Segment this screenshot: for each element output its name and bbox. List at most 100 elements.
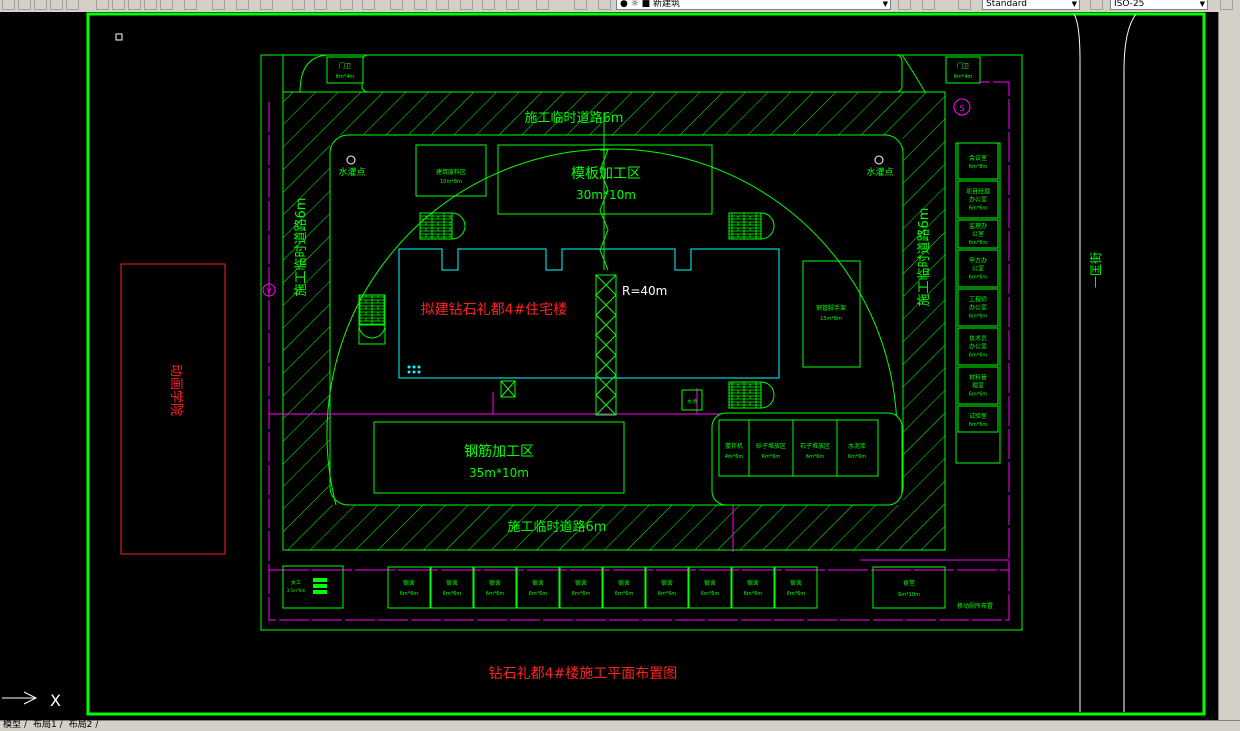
dorm-box [602, 566, 646, 609]
zoom-realtime-icon[interactable] [314, 0, 327, 10]
properties-icon[interactable] [390, 0, 403, 10]
dorm-label: 宿舍 [661, 579, 673, 587]
mobile-toilet-label: 移动厕所布置 [957, 602, 993, 610]
dorm-box [559, 566, 603, 609]
markup-icon[interactable] [482, 0, 495, 10]
zoom-previous-icon[interactable] [340, 0, 353, 10]
layer-name: 新建筑 [653, 0, 681, 9]
text-style-value: Standard [986, 0, 1027, 9]
dorm-label: 宿舍 [489, 579, 501, 587]
text-style-select[interactable]: Standard ▼ [982, 0, 1080, 10]
dorm-label: 宿舍 [704, 579, 716, 587]
calculator-icon[interactable] [506, 0, 519, 10]
zoom-window-icon[interactable] [292, 0, 305, 10]
dorm-size: 6m*6m [787, 591, 806, 597]
dorm-box [387, 566, 431, 609]
dorm-label: 宿舍 [446, 579, 458, 587]
make-current-icon[interactable] [898, 0, 911, 10]
snap-marker [115, 33, 123, 41]
rebar-zone-size: 35m*10m [469, 466, 529, 480]
ucs-x-label: X [50, 691, 61, 710]
mixer-label: 搅拌机 [725, 442, 743, 450]
help-icon[interactable] [536, 0, 549, 10]
site-plan-drawing: 一匡街 动画学院 门卫 6m*4m 门卫 6m*4m 施工临时道路6m 施工临时… [2, 12, 1206, 716]
gate-right-size: 6m*4m [954, 74, 973, 80]
sand-label: 砂子堆放区 [756, 442, 786, 450]
layer-manager-icon[interactable] [574, 0, 587, 10]
design-center-icon[interactable] [414, 0, 427, 10]
steel-stock-size: 15m*8m [820, 316, 842, 322]
paste-icon[interactable] [128, 0, 141, 10]
toilet-label: 女工 [291, 579, 301, 586]
tab-model[interactable]: 模型 [3, 720, 21, 730]
dim-style-select[interactable]: ISO-25 ▼ [1110, 0, 1208, 10]
office-size: 6m*6m [969, 392, 988, 398]
crane-radius-label: R=40m [622, 284, 667, 298]
chevron-down-icon: ▼ [1199, 0, 1205, 8]
dorm-box [645, 566, 689, 609]
office-size: 6m*6m [969, 206, 988, 212]
dorm-size: 6m*6m [400, 591, 419, 597]
drawing-canvas[interactable]: 一匡街 动画学院 门卫 6m*4m 门卫 6m*4m 施工临时道路6m 施工临时… [0, 12, 1218, 720]
new-icon[interactable] [2, 0, 15, 10]
dorm-label: 宿舍 [618, 579, 630, 587]
tab-layout2[interactable]: 布局2 [69, 720, 93, 730]
gate-left-size: 6m*4m [336, 74, 355, 80]
office-label: 办公室 [969, 304, 987, 312]
zoom-extents-icon[interactable] [362, 0, 375, 10]
undo-icon[interactable] [184, 0, 197, 10]
dim-style-icon[interactable] [1090, 0, 1103, 10]
layer-state-icons: ● ☼ ■ [620, 0, 654, 9]
preview-icon[interactable] [66, 0, 79, 10]
dorm-size: 6m*6m [744, 591, 763, 597]
office-label: 监理办 [969, 222, 987, 230]
office-label: 工程师 [969, 296, 987, 304]
dorm-size: 6m*6m [615, 591, 634, 597]
brush-icon[interactable] [160, 0, 173, 10]
mixer-size: 4m*6m [725, 454, 744, 460]
sheet-set-icon[interactable] [460, 0, 473, 10]
layer-state-icon[interactable] [598, 0, 611, 10]
match-prop-icon[interactable] [144, 0, 157, 10]
layer-previous-icon[interactable] [922, 0, 935, 10]
print-icon[interactable] [50, 0, 63, 10]
canteen-box [872, 566, 946, 609]
planned-building-label: 拟建钻石礼都4#住宅楼 [421, 302, 568, 318]
waste-zone-label: 建筑废料区 [436, 168, 466, 176]
sand-size: 6m*6m [762, 454, 781, 460]
dorm-size: 6m*6m [701, 591, 720, 597]
office-label: 项目经理 [966, 188, 990, 196]
road-top-label: 施工临时道路6m [525, 110, 624, 126]
cut-icon[interactable] [96, 0, 109, 10]
hydrant-left-label: 水灌点 [338, 166, 365, 178]
office-label: 办公室 [969, 196, 987, 204]
road-right-label: 施工临时道路6m [916, 208, 932, 307]
redo-icon[interactable] [212, 0, 225, 10]
office-size: 6m*6m [969, 314, 988, 320]
layer-select[interactable]: ● ☼ ■ 新建筑 ▼ [616, 0, 891, 10]
chevron-down-icon: ▼ [1071, 0, 1077, 8]
open-icon[interactable] [18, 0, 31, 10]
gate-right-label: 门卫 [957, 62, 969, 70]
tab-layout1[interactable]: 布局1 [33, 720, 57, 730]
zoom-icon[interactable] [260, 0, 273, 10]
office-size: 6m*8m [969, 164, 988, 170]
dorm-size: 6m*6m [572, 591, 591, 597]
text-style-icon[interactable] [958, 0, 971, 10]
road-bottom-label: 施工临时道路6m [508, 519, 607, 535]
dorm-label: 宿舍 [575, 579, 587, 587]
office-label: 公室 [972, 230, 984, 238]
office-label: 技术员 [969, 335, 987, 343]
office-label: 材料管 [969, 374, 987, 382]
copy-icon[interactable] [112, 0, 125, 10]
table-style-icon[interactable] [1220, 0, 1233, 10]
tool-palette-icon[interactable] [436, 0, 449, 10]
road-left-label: 施工临时道路6m [293, 198, 309, 297]
save-icon[interactable] [34, 0, 47, 10]
steel-stock-label: 钢管脚手架 [816, 304, 846, 312]
svg-text:V: V [267, 287, 272, 295]
vertical-scrollbar[interactable] [1218, 12, 1240, 720]
drawing-title: 钻石礼都4#楼施工平面布置图 [489, 666, 678, 682]
pan-icon[interactable] [236, 0, 249, 10]
dorm-label: 宿舍 [403, 579, 415, 587]
